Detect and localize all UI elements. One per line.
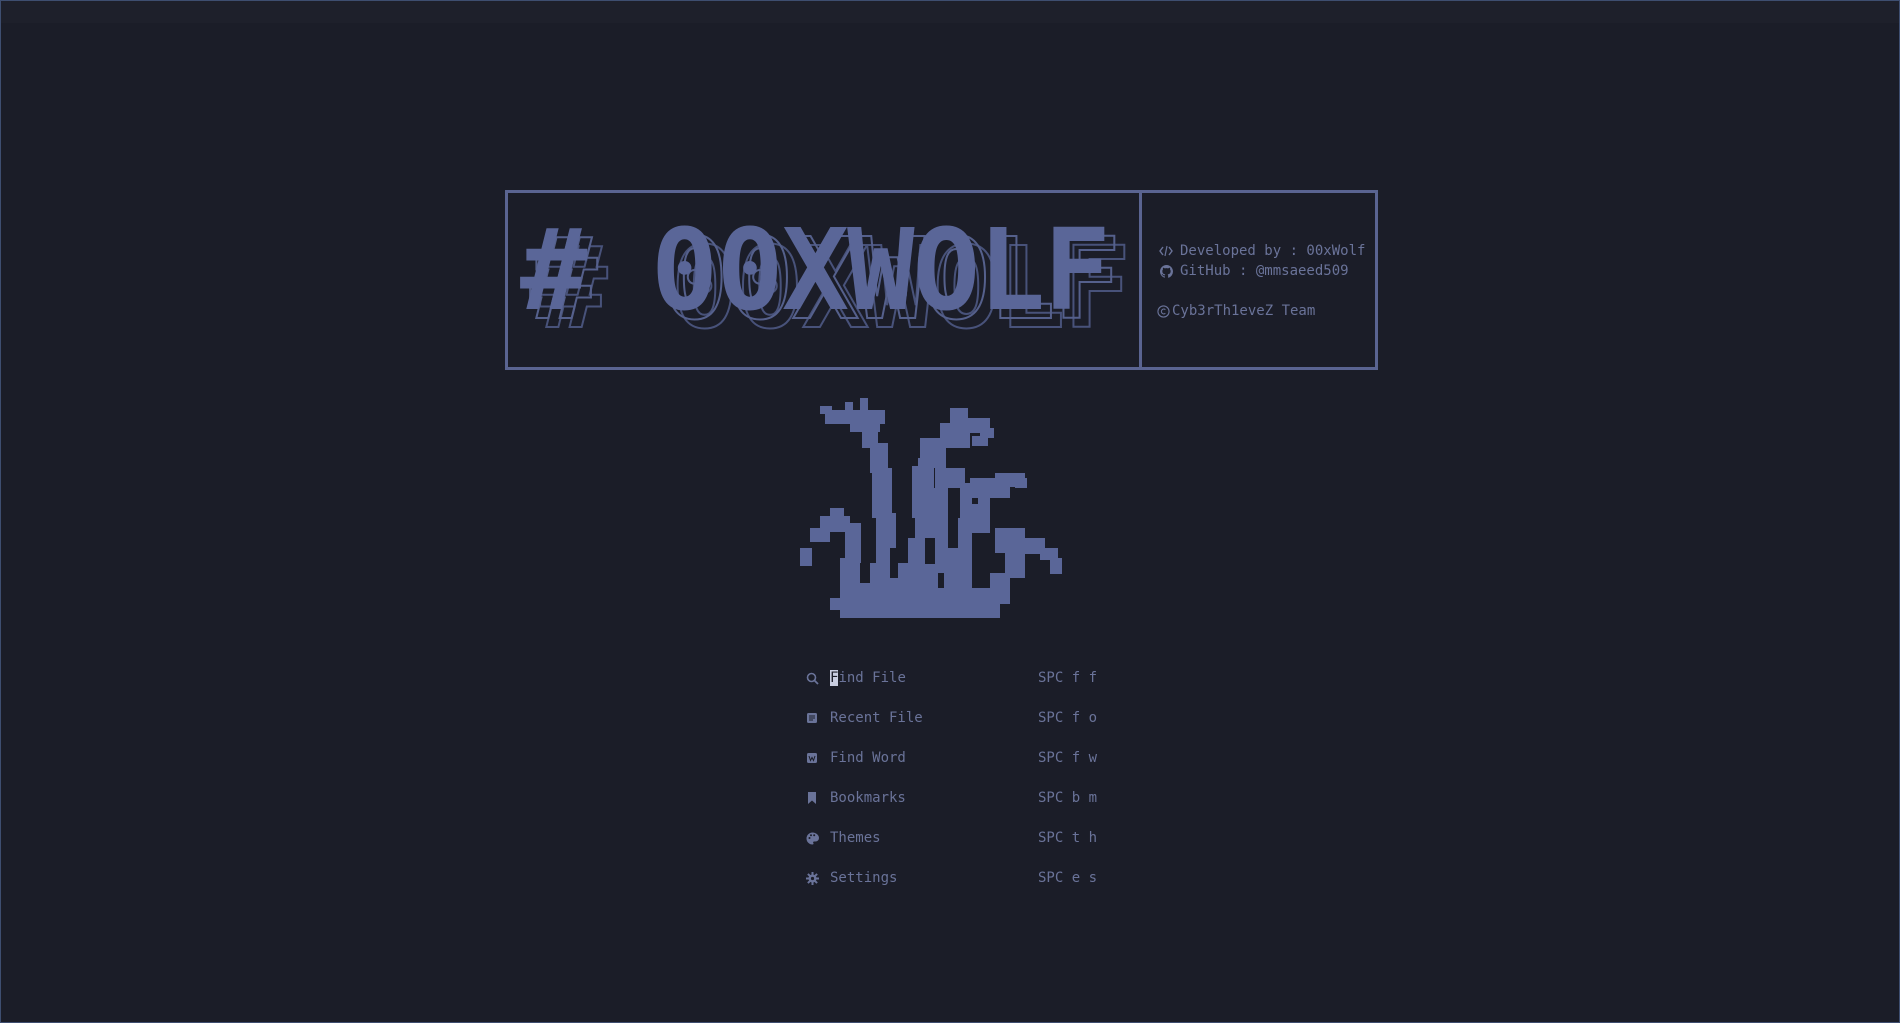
team-text: Cyb3rTh1eveZ Team — [1172, 303, 1316, 319]
menu-item-themes[interactable]: Themes SPC t h — [804, 818, 1104, 858]
team-line: Cyb3rTh1eveZ Team — [1156, 301, 1365, 321]
menu-item-label: Find Word — [830, 750, 906, 766]
menu-item-find-word[interactable]: Find Word SPC f w — [804, 738, 1104, 778]
menu-item-shortcut: SPC f o — [1038, 710, 1098, 726]
top-strip — [1, 1, 1899, 23]
menu-item-label: Find File — [830, 670, 906, 686]
hydra-art-icon — [800, 398, 1075, 627]
menu-item-shortcut: SPC b m — [1038, 790, 1098, 806]
developer-line: Developed by : 00xWolf — [1156, 241, 1365, 261]
menu-item-shortcut: SPC t h — [1038, 830, 1098, 846]
dashboard-header: # 00XWOLF # 00XWOLF # 00XWOLF Developed … — [505, 190, 1378, 370]
github-icon — [1156, 264, 1176, 278]
ascii-logo: # 00XWOLF # 00XWOLF # 00XWOLF — [520, 211, 1132, 350]
menu-item-shortcut: SPC f f — [1038, 670, 1098, 686]
menu-item-label: Settings — [830, 870, 898, 886]
palette-icon — [804, 830, 820, 846]
github-text: GitHub : @mmsaeed509 — [1180, 263, 1349, 279]
info-panel: Developed by : 00xWolf GitHub : @mmsaeed… — [1156, 241, 1365, 321]
header-divider — [1139, 193, 1142, 367]
menu-item-shortcut: SPC f w — [1038, 750, 1098, 766]
menu-item-bookmarks[interactable]: Bookmarks SPC b m — [804, 778, 1104, 818]
logo-text: # 00XWOLF — [520, 206, 1111, 336]
menu-item-recent-file[interactable]: Recent File SPC f o — [804, 698, 1104, 738]
search-icon — [804, 670, 820, 686]
menu-item-settings[interactable]: Settings SPC e s — [804, 858, 1104, 898]
menu-item-label: Recent File — [830, 710, 923, 726]
code-icon — [1156, 245, 1176, 257]
gear-icon — [804, 870, 820, 886]
menu-item-label: Themes — [830, 830, 881, 846]
menu-item-shortcut: SPC e s — [1038, 870, 1098, 886]
menu-item-label: Bookmarks — [830, 790, 906, 806]
dashboard-menu: Find File SPC f f Recent File SPC f o Fi… — [804, 658, 1104, 898]
copyright-icon — [1156, 304, 1170, 318]
github-line: GitHub : @mmsaeed509 — [1156, 261, 1365, 281]
developer-text: Developed by : 00xWolf — [1180, 243, 1366, 259]
word-icon — [804, 750, 820, 766]
bookmark-icon — [804, 790, 820, 806]
file-text-icon — [804, 710, 820, 726]
menu-item-find-file[interactable]: Find File SPC f f — [804, 658, 1104, 698]
